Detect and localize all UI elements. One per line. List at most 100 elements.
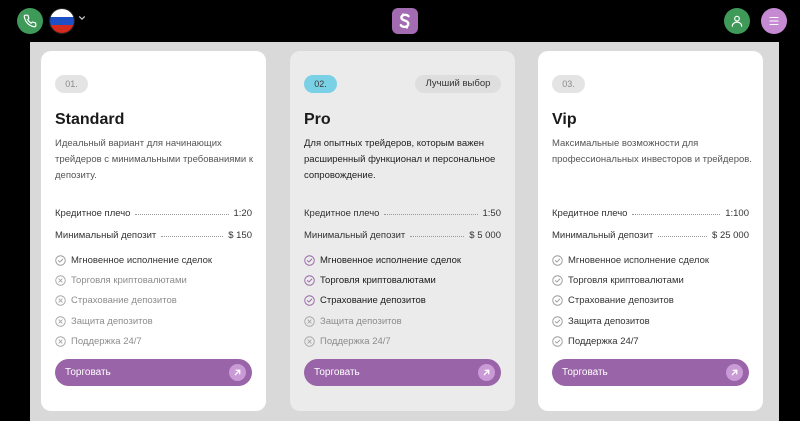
feature-list: Мгновенное исполнение сделок Торговля кр… xyxy=(55,250,252,351)
feature-item: Страхование депозитов xyxy=(304,291,501,311)
check-circle-icon xyxy=(552,295,563,306)
deposit-row: Минимальный депозит $ 5 000 xyxy=(304,229,501,241)
feature-label: Торговля криптовалютами xyxy=(71,274,187,286)
plan-description: Идеальный вариант для начинающих трейдер… xyxy=(55,138,254,181)
phone-button[interactable] xyxy=(17,8,43,34)
plan-title: Vip xyxy=(552,111,577,128)
leverage-value: 1:20 xyxy=(233,207,253,219)
feature-label: Поддержка 24/7 xyxy=(320,335,391,347)
plan-number: 02. xyxy=(304,75,337,93)
feature-label: Страхование депозитов xyxy=(71,295,177,307)
user-icon xyxy=(731,15,743,27)
top-bar xyxy=(0,0,800,42)
feature-label: Мгновенное исполнение сделок xyxy=(320,254,462,266)
russia-flag-icon xyxy=(50,9,74,33)
dotted-leader xyxy=(135,213,229,215)
feature-item: Защита депозитов xyxy=(304,311,501,331)
deposit-row: Минимальный депозит $ 25 000 xyxy=(552,229,749,241)
feature-item: Мгновенное исполнение сделок xyxy=(304,250,501,270)
deposit-label: Минимальный депозит xyxy=(304,229,406,241)
trade-button-label: Торговать xyxy=(562,367,608,378)
leverage-row: Кредитное плечо 1:50 xyxy=(304,207,501,219)
feature-item: Поддержка 24/7 xyxy=(304,331,501,351)
feature-label: Защита депозитов xyxy=(568,315,650,327)
language-selector[interactable] xyxy=(49,8,75,34)
check-circle-icon xyxy=(304,295,315,306)
leverage-label: Кредитное плечо xyxy=(304,207,380,219)
trade-button[interactable]: Торговать xyxy=(552,359,749,386)
deposit-value: $ 25 000 xyxy=(712,229,749,241)
user-button[interactable] xyxy=(724,8,750,34)
check-circle-icon xyxy=(552,275,563,286)
trade-button-label: Торговать xyxy=(314,367,360,378)
arrow-up-right-icon xyxy=(726,364,743,381)
feature-item: Поддержка 24/7 xyxy=(55,331,252,351)
dotted-leader xyxy=(410,235,465,237)
arrow-up-right-icon xyxy=(229,364,246,381)
deposit-value: $ 5 000 xyxy=(469,229,501,241)
leverage-row: Кредитное плечо 1:20 xyxy=(55,207,252,219)
plan-card-pro: 02. Лучший выбор Pro Для опытных трейдер… xyxy=(290,51,515,411)
feature-label: Защита депозитов xyxy=(320,315,402,327)
feature-list: Мгновенное исполнение сделок Торговля кр… xyxy=(304,250,501,351)
feature-item: Мгновенное исполнение сделок xyxy=(552,250,749,270)
dotted-leader xyxy=(632,213,721,215)
logo[interactable] xyxy=(392,8,418,34)
deposit-label: Минимальный депозит xyxy=(552,229,654,241)
feature-label: Поддержка 24/7 xyxy=(71,335,142,347)
feature-item: Торговля криптовалютами xyxy=(552,270,749,290)
menu-icon xyxy=(769,16,779,26)
menu-button[interactable] xyxy=(761,8,787,34)
feature-item: Защита депозитов xyxy=(55,311,252,331)
deposit-label: Минимальный депозит xyxy=(55,229,157,241)
dotted-leader xyxy=(161,235,224,237)
leverage-label: Кредитное плечо xyxy=(55,207,131,219)
deposit-row: Минимальный депозит $ 150 xyxy=(55,229,252,241)
plan-number: 01. xyxy=(55,75,88,93)
chevron-down-icon[interactable] xyxy=(78,14,86,22)
feature-label: Поддержка 24/7 xyxy=(568,335,639,347)
plan-title: Pro xyxy=(304,111,331,128)
leverage-value: 1:100 xyxy=(725,207,749,219)
feature-list: Мгновенное исполнение сделок Торговля кр… xyxy=(552,250,749,351)
leverage-value: 1:50 xyxy=(482,207,502,219)
logo-icon xyxy=(399,13,410,29)
check-circle-icon xyxy=(304,275,315,286)
feature-label: Защита депозитов xyxy=(71,315,153,327)
pricing-section: 01. Standard Идеальный вариант для начин… xyxy=(30,42,779,421)
feature-label: Страхование депозитов xyxy=(568,295,674,307)
feature-item: Страхование депозитов xyxy=(55,291,252,311)
feature-label: Торговля криптовалютами xyxy=(568,274,684,286)
dotted-leader xyxy=(384,213,478,215)
plan-card-vip: 03. Vip Максимальные возможности для про… xyxy=(538,51,763,411)
check-circle-icon xyxy=(552,315,563,327)
check-circle-icon xyxy=(55,254,66,266)
trade-button[interactable]: Торговать xyxy=(55,359,252,386)
arrow-up-right-icon xyxy=(478,364,495,381)
best-choice-badge: Лучший выбор xyxy=(415,75,501,93)
feature-item: Торговля криптовалютами xyxy=(55,270,252,290)
check-circle-icon xyxy=(552,254,563,266)
trade-button[interactable]: Торговать xyxy=(304,359,501,386)
x-circle-icon xyxy=(55,315,66,327)
leverage-row: Кредитное плечо 1:100 xyxy=(552,207,749,219)
leverage-label: Кредитное плечо xyxy=(552,207,628,219)
feature-item: Страхование депозитов xyxy=(552,291,749,311)
feature-item: Мгновенное исполнение сделок xyxy=(55,250,252,270)
plan-card-standard: 01. Standard Идеальный вариант для начин… xyxy=(41,51,266,411)
x-circle-icon xyxy=(55,295,66,306)
dotted-leader xyxy=(658,235,708,237)
check-circle-icon xyxy=(552,336,563,347)
feature-label: Страхование депозитов xyxy=(320,295,426,307)
x-circle-icon xyxy=(304,336,315,347)
feature-item: Торговля криптовалютами xyxy=(304,270,501,290)
feature-item: Поддержка 24/7 xyxy=(552,331,749,351)
check-circle-icon xyxy=(304,254,315,266)
feature-label: Мгновенное исполнение сделок xyxy=(568,254,710,266)
trade-button-label: Торговать xyxy=(65,367,111,378)
feature-label: Мгновенное исполнение сделок xyxy=(71,254,213,266)
plan-description: Максимальные возможности для профессиона… xyxy=(552,138,752,165)
deposit-value: $ 150 xyxy=(228,229,252,241)
feature-item: Защита депозитов xyxy=(552,311,749,331)
x-circle-icon xyxy=(55,336,66,347)
